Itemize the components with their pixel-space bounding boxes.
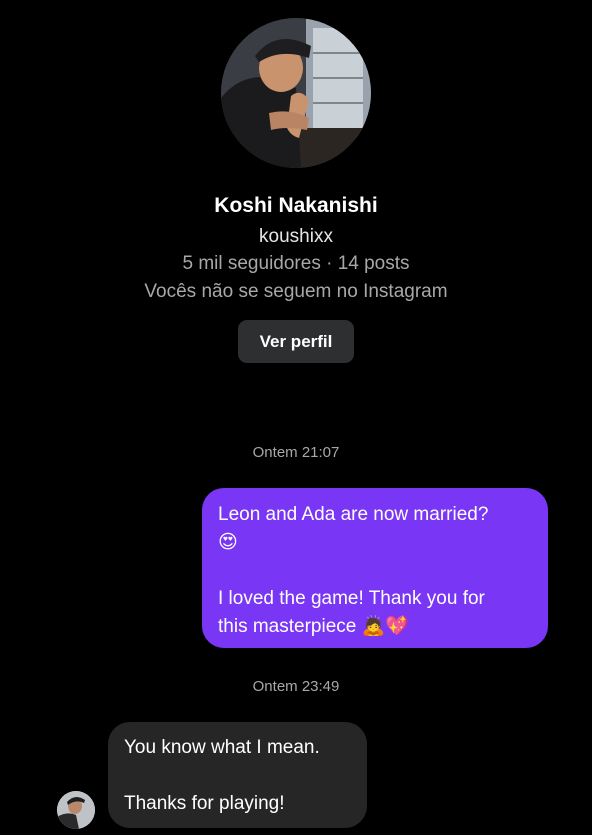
- profile-follow-status: Vocês não se seguem no Instagram: [144, 281, 448, 302]
- profile-name: Koshi Nakanishi: [214, 194, 378, 217]
- message-line: Leon and Ada are now married?: [218, 504, 489, 525]
- received-message-bubble[interactable]: You know what I mean. Thanks for playing…: [108, 722, 367, 828]
- message-line: You know what I mean.: [124, 737, 320, 758]
- sender-avatar-icon: [57, 791, 95, 829]
- message-timestamp: Ontem 21:07: [252, 444, 340, 461]
- message-line: Thanks for playing!: [124, 793, 285, 814]
- message-line: 😍: [218, 532, 238, 553]
- message-line: this masterpiece 🙇💖: [218, 616, 409, 637]
- sender-avatar[interactable]: [57, 791, 95, 829]
- message-line-blank: [218, 557, 530, 585]
- profile-stats: 5 mil seguidores · 14 posts: [182, 253, 410, 274]
- message-timestamp: Ontem 23:49: [252, 678, 340, 695]
- profile-avatar[interactable]: [221, 18, 371, 168]
- profile-username: koushixx: [259, 226, 333, 247]
- profile-photo-icon: [221, 18, 371, 168]
- view-profile-button[interactable]: Ver perfil: [238, 320, 354, 363]
- sent-message-bubble[interactable]: Leon and Ada are now married? 😍 I loved …: [202, 488, 548, 648]
- message-line: I loved the game! Thank you for: [218, 588, 485, 609]
- message-line-blank: [124, 762, 351, 790]
